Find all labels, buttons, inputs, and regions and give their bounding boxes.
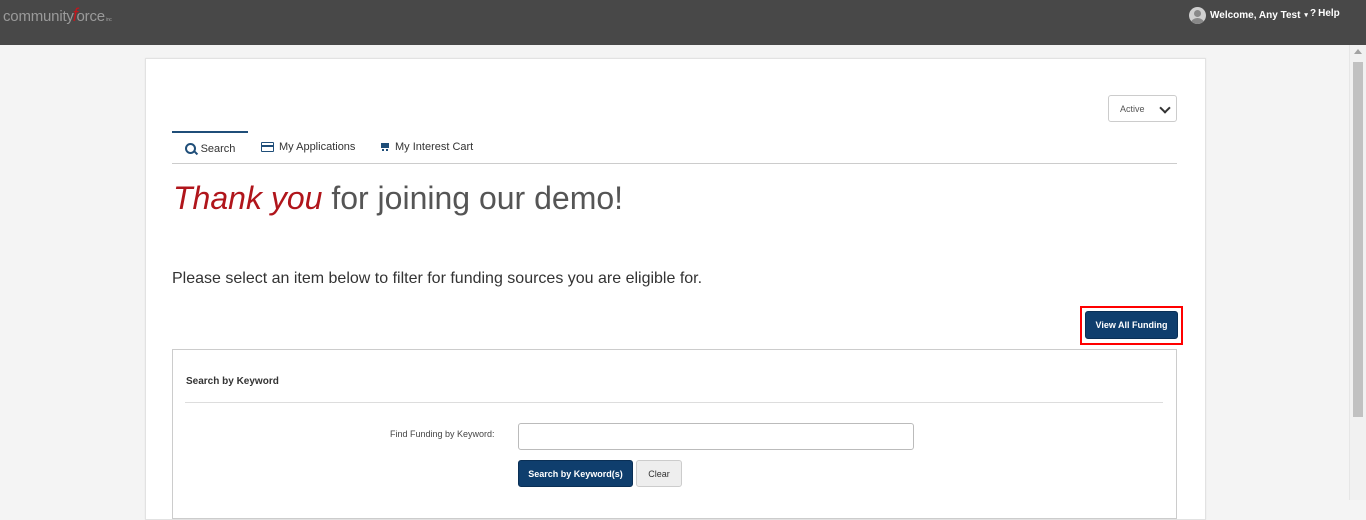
- status-filter-select[interactable]: Active: [1108, 95, 1177, 122]
- cart-icon: [380, 142, 390, 151]
- main-tabs: Search My Applications My Interest Cart: [172, 131, 1177, 164]
- credit-card-icon: [261, 141, 274, 152]
- keyword-field-label: Find Funding by Keyword:: [390, 429, 495, 439]
- tab-my-interest-cart[interactable]: My Interest Cart: [380, 131, 473, 162]
- chevron-down-icon: [1159, 102, 1171, 114]
- clear-button[interactable]: Clear: [636, 460, 682, 487]
- communityforce-logo[interactable]: communityforceinc: [3, 5, 112, 27]
- caret-down-icon: ▾: [1304, 12, 1308, 19]
- divider: [185, 402, 1163, 403]
- page-scrollbar[interactable]: [1349, 45, 1366, 500]
- question-icon: ?: [1310, 8, 1317, 19]
- keyword-panel-title: Search by Keyword: [186, 376, 279, 387]
- scroll-up-arrow-icon[interactable]: [1354, 49, 1362, 54]
- tab-search[interactable]: Search: [172, 131, 248, 164]
- user-avatar-icon: [1189, 6, 1206, 24]
- user-menu[interactable]: Welcome, Any Test ▾: [1189, 6, 1308, 24]
- welcome-text: Welcome, Any Test: [1210, 9, 1301, 21]
- search-icon: [184, 143, 196, 154]
- scroll-thumb[interactable]: [1353, 62, 1363, 417]
- view-all-funding-button[interactable]: View All Funding: [1085, 311, 1178, 339]
- page-headline: Thank you for joining our demo!: [173, 180, 624, 216]
- search-by-keyword-button[interactable]: Search by Keyword(s): [518, 460, 633, 487]
- top-navbar: communityforceinc Welcome, Any Test ▾ ? H…: [0, 0, 1366, 45]
- tab-my-applications[interactable]: My Applications: [261, 131, 355, 162]
- filter-instruction: Please select an item below to filter fo…: [172, 270, 703, 287]
- help-link[interactable]: ? Help: [1310, 8, 1340, 19]
- keyword-search-input[interactable]: [518, 423, 914, 450]
